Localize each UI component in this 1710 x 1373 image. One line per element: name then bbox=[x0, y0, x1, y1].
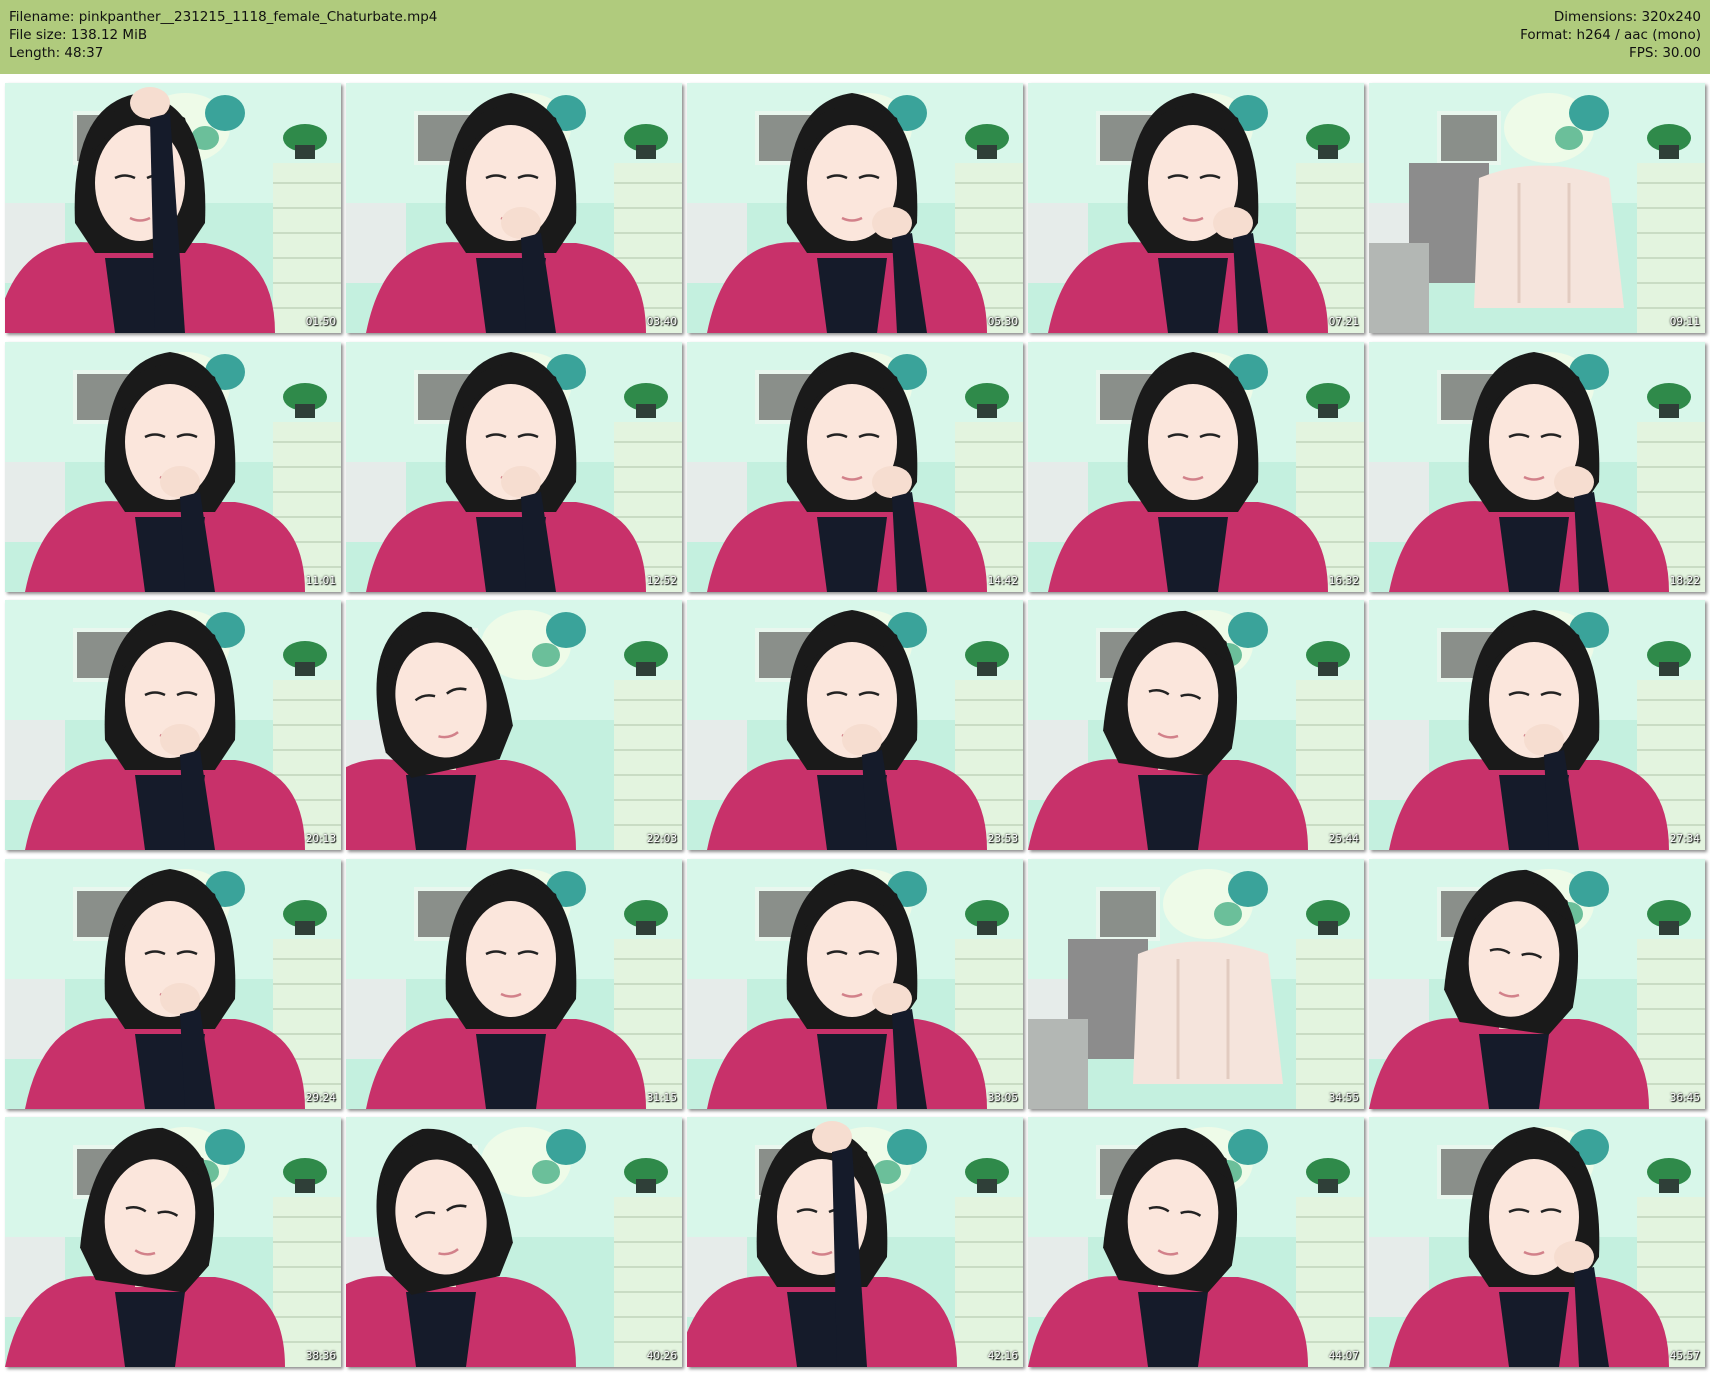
timestamp-label: 40:26 bbox=[646, 1350, 677, 1362]
timestamp-label: 11:01 bbox=[305, 574, 336, 587]
video-thumbnail: 11:01 bbox=[5, 341, 341, 592]
timestamp-label: 23:53 bbox=[987, 833, 1018, 845]
timestamp-label: 07:21 bbox=[1328, 316, 1359, 328]
thumbnail-frame-image bbox=[1369, 83, 1705, 333]
timestamp-label: 14:42 bbox=[987, 574, 1018, 587]
thumbnail-frame-image bbox=[1028, 341, 1364, 592]
video-thumbnail: 44:07 bbox=[1028, 1117, 1364, 1367]
video-thumbnail: 16:32 bbox=[1028, 341, 1364, 592]
video-thumbnail: 23:53 bbox=[687, 600, 1023, 850]
timestamp-label: 42:16 bbox=[987, 1350, 1018, 1362]
timestamp-label: 36:45 bbox=[1669, 1091, 1700, 1104]
video-thumbnail: 03:40 bbox=[346, 83, 682, 333]
timestamp-label: 16:32 bbox=[1328, 574, 1359, 587]
timestamp-label: 33:05 bbox=[987, 1091, 1018, 1104]
timestamp-label: 31:15 bbox=[646, 1091, 677, 1104]
thumbnail-frame-image bbox=[346, 600, 682, 850]
thumbnail-frame-image bbox=[346, 858, 682, 1109]
thumbnail-frame-image bbox=[346, 341, 682, 592]
video-thumbnail: 33:05 bbox=[687, 858, 1023, 1109]
timestamp-label: 05:30 bbox=[987, 316, 1018, 328]
video-thumbnail: 05:30 bbox=[687, 83, 1023, 333]
video-thumbnail: 07:21 bbox=[1028, 83, 1364, 333]
video-thumbnail: 38:36 bbox=[5, 1117, 341, 1367]
timestamp-label: 22:03 bbox=[646, 833, 677, 845]
video-thumbnail: 20:13 bbox=[5, 600, 341, 850]
thumbnail-frame-image bbox=[687, 600, 1023, 850]
video-thumbnail: 18:22 bbox=[1369, 341, 1705, 592]
thumbnail-frame-image bbox=[5, 1117, 341, 1367]
dimensions-text: Dimensions: 320x240 bbox=[1553, 9, 1701, 25]
timestamp-label: 38:36 bbox=[305, 1350, 336, 1362]
timestamp-label: 27:34 bbox=[1669, 833, 1700, 845]
thumbnail-frame-image bbox=[1369, 858, 1705, 1109]
timestamp-label: 44:07 bbox=[1328, 1350, 1359, 1362]
video-thumbnail: 29:24 bbox=[5, 858, 341, 1109]
thumbnail-frame-image bbox=[687, 83, 1023, 333]
file-info-right: Dimensions: 320x240 Format: h264 / aac (… bbox=[1520, 8, 1701, 62]
fps-text: FPS: 30.00 bbox=[1629, 45, 1701, 61]
video-thumbnail: 34:55 bbox=[1028, 858, 1364, 1109]
thumbnail-frame-image bbox=[1028, 858, 1364, 1109]
thumbnail-frame-image bbox=[1028, 600, 1364, 850]
video-thumbnail: 25:44 bbox=[1028, 600, 1364, 850]
thumbnail-frame-image bbox=[5, 600, 341, 850]
filesize-text: File size: 138.12 MiB bbox=[9, 27, 148, 43]
video-thumbnail: 27:34 bbox=[1369, 600, 1705, 850]
video-thumbnail: 42:16 bbox=[687, 1117, 1023, 1367]
timestamp-label: 29:24 bbox=[305, 1091, 336, 1104]
video-thumbnail: 14:42 bbox=[687, 341, 1023, 592]
timestamp-label: 03:40 bbox=[646, 316, 677, 328]
thumbnail-frame-image bbox=[1369, 341, 1705, 592]
video-thumbnail: 12:52 bbox=[346, 341, 682, 592]
timestamp-label: 34:55 bbox=[1328, 1091, 1359, 1104]
thumbnail-frame-image bbox=[5, 341, 341, 592]
video-thumbnail: 40:26 bbox=[346, 1117, 682, 1367]
thumbnail-frame-image bbox=[5, 858, 341, 1109]
timestamp-label: 12:52 bbox=[646, 574, 677, 587]
thumbnail-frame-image bbox=[5, 83, 341, 333]
thumbnail-frame-image bbox=[1369, 600, 1705, 850]
length-text: Length: 48:37 bbox=[9, 45, 104, 61]
thumbnail-frame-image bbox=[687, 341, 1023, 592]
file-info-left: Filename: pinkpanther__231215_1118_femal… bbox=[9, 8, 437, 62]
timestamp-label: 25:44 bbox=[1328, 833, 1359, 845]
video-thumbnail: 45:57 bbox=[1369, 1117, 1705, 1367]
timestamp-label: 09:11 bbox=[1669, 316, 1700, 328]
video-thumbnail: 01:50 bbox=[5, 83, 341, 333]
thumbnail-frame-image bbox=[687, 858, 1023, 1109]
timestamp-label: 20:13 bbox=[305, 833, 336, 845]
video-thumbnail: 09:11 bbox=[1369, 83, 1705, 333]
timestamp-label: 18:22 bbox=[1669, 574, 1700, 587]
thumbnail-frame-image bbox=[346, 83, 682, 333]
thumbnail-frame-image bbox=[1369, 1117, 1705, 1367]
timestamp-label: 45:57 bbox=[1669, 1350, 1700, 1362]
file-info-header: Filename: pinkpanther__231215_1118_femal… bbox=[0, 0, 1710, 74]
thumbnail-frame-image bbox=[346, 1117, 682, 1367]
video-thumbnail: 22:03 bbox=[346, 600, 682, 850]
thumbnail-frame-image bbox=[1028, 83, 1364, 333]
filename-text: Filename: pinkpanther__231215_1118_femal… bbox=[9, 9, 438, 25]
timestamp-label: 01:50 bbox=[305, 316, 336, 328]
video-thumbnail: 36:45 bbox=[1369, 858, 1705, 1109]
format-text: Format: h264 / aac (mono) bbox=[1520, 27, 1701, 43]
thumbnail-frame-image bbox=[1028, 1117, 1364, 1367]
video-thumbnail: 31:15 bbox=[346, 858, 682, 1109]
thumbnail-grid: 01:50 03:40 05:30 07:21 09:11 11:01 12:52 14:42… bbox=[5, 83, 1705, 1368]
thumbnail-frame-image bbox=[687, 1117, 1023, 1367]
